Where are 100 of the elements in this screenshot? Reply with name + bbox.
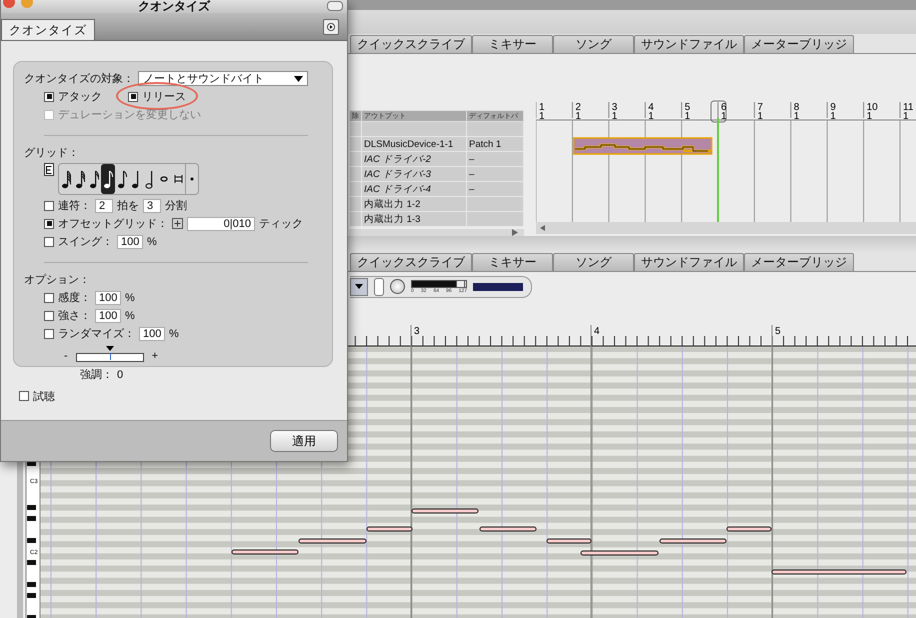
checkbox[interactable] [19,391,29,401]
input-field[interactable]: 100 [95,290,121,304]
beat-number: 1 [575,111,581,122]
input-field[interactable]: 100 [139,326,165,340]
beat-number: 1 [794,111,800,122]
checkbox-label: デュレーションを変更しない [58,108,201,122]
unit-label: % [125,310,135,322]
midi-note[interactable] [726,526,772,532]
table-cell: – [466,182,524,196]
unit-label: % [147,236,157,248]
beat-number: 1 [539,111,545,122]
note-icon [190,177,194,181]
target-dropdown[interactable]: ノートとサウンドバイト [138,71,308,86]
field-label: クオンタイズの対象： [24,72,134,86]
input-field[interactable]: 0|010 [187,216,255,230]
tab[interactable]: クイックスクライブ [350,35,472,53]
velocity-slider[interactable] [411,280,467,288]
tab[interactable]: メーターブリッジ [744,35,854,53]
table-cell: DLSMusicDevice-1-1 [362,136,466,152]
beat-number: 1 [757,111,763,122]
tab[interactable]: ミキサー [472,35,553,53]
tab[interactable]: ソング [553,253,634,271]
tab[interactable]: ソング [553,35,634,53]
note-icon [88,168,100,190]
checkbox[interactable] [128,92,138,102]
tab[interactable]: クイックスクライブ [350,253,472,271]
toolbar-toggle-icon[interactable] [327,1,343,11]
field-label: 拍を [117,199,139,213]
table-cell: – [466,166,524,182]
section-label: オプション： [24,272,90,287]
input-field[interactable]: 2 [95,198,113,212]
beat-number: 1 [648,111,654,122]
checkbox[interactable] [44,236,54,246]
midi-note[interactable] [546,538,592,544]
midi-note[interactable] [660,538,726,544]
midi-note[interactable] [298,538,366,544]
dropdown-button[interactable] [350,278,368,296]
checkbox[interactable] [44,200,54,210]
playhead-marker[interactable] [710,100,726,122]
checkbox[interactable] [44,292,54,302]
emphasis-slider[interactable] [76,346,144,362]
beat-number: 1 [721,111,727,122]
scroll-bar[interactable] [536,222,916,234]
tab[interactable]: サウンドファイル [634,35,744,53]
field-label: 強調： [80,368,113,382]
input-field[interactable]: 100 [95,308,121,322]
tab[interactable]: クオンタイズ [1,19,95,40]
checkbox[interactable] [44,310,54,320]
note-icon [74,168,86,190]
checkbox-label: 強さ： [58,309,91,323]
minus-label: - [64,350,68,362]
table-cell: IAC ドライバ-4 [362,182,466,196]
input-field[interactable]: 100 [117,234,143,248]
plus-label: + [152,350,158,362]
midi-note[interactable] [232,550,298,554]
bar-number: 7 [757,102,763,113]
tab[interactable]: メーターブリッジ [744,253,854,271]
midi-note[interactable] [366,526,412,532]
region-drawing[interactable] [572,137,712,155]
scroll-left-icon[interactable] [540,225,545,231]
slider-thumb[interactable] [106,346,115,360]
play-button[interactable] [323,19,339,35]
note-value-button[interactable] [101,164,115,194]
bar-number: 8 [794,102,800,113]
checkbox-label: ランダマイズ： [58,327,135,341]
midi-note[interactable] [480,526,536,532]
stepper[interactable] [374,278,384,296]
checkbox-label: 試聴 [33,390,55,404]
note-icon [102,168,114,190]
input-field[interactable]: 3 [143,198,161,212]
bar-number: 11 [903,102,914,113]
checkbox-label: 感度： [58,290,91,305]
scroll-bar[interactable] [349,229,524,236]
beat-number: 1 [866,111,872,122]
checkbox[interactable] [44,328,54,338]
midi-note[interactable] [772,570,906,574]
bar-number: 5 [684,102,690,113]
tab[interactable]: ミキサー [472,253,553,271]
midi-note[interactable] [412,508,478,514]
unit-label: % [169,328,179,340]
checkbox[interactable] [44,92,54,102]
caret-icon [355,284,363,289]
play-icon [327,23,335,31]
bar-number: 9 [830,102,836,113]
bar-number: 5 [775,326,781,337]
scroll-right-icon[interactable] [512,229,518,236]
color-bar [473,282,523,290]
beat-number: 1 [830,111,836,122]
tab[interactable]: サウンドファイル [634,253,744,271]
e-icon[interactable] [44,163,54,176]
midi-note[interactable] [580,550,658,556]
table-cell [466,196,524,212]
plus-icon[interactable] [172,218,183,229]
bar-number: 3 [612,102,618,113]
checkbox[interactable] [44,218,54,228]
knob-icon[interactable] [390,279,405,294]
note-icon [144,168,156,190]
checkbox-label: スイング： [58,235,113,249]
apply-button[interactable]: 適用 [270,430,338,452]
table-cell: IAC ドライバ-2 [362,152,466,166]
